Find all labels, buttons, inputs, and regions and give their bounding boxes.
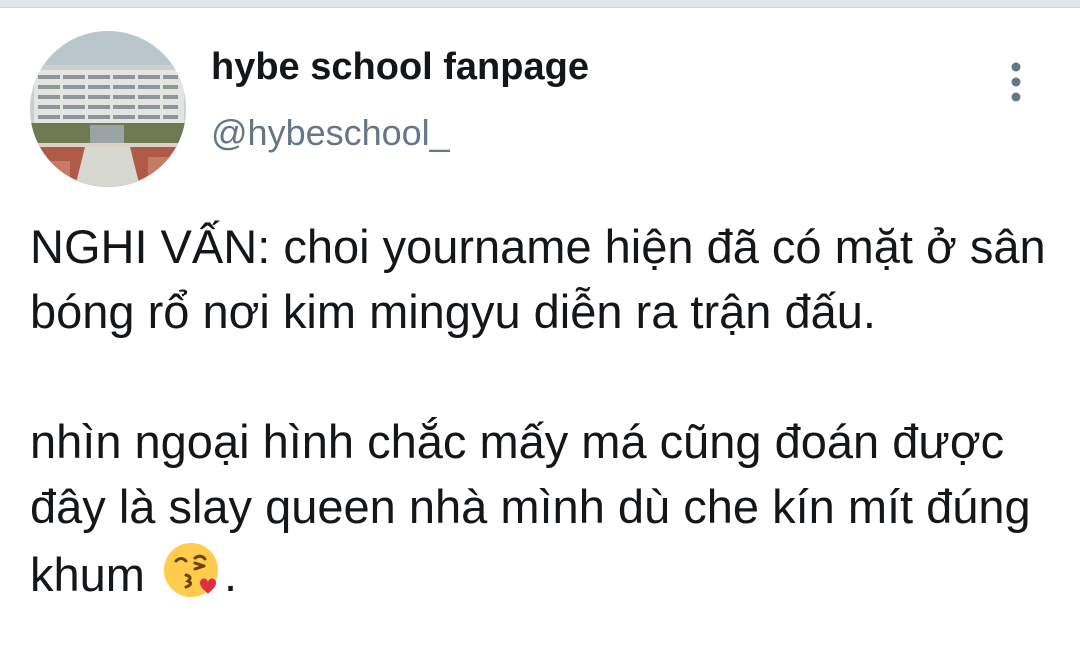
profile-avatar[interactable]	[30, 31, 186, 187]
school-building-avatar-icon	[30, 31, 186, 187]
more-options-button[interactable]	[996, 56, 1036, 108]
account-handle[interactable]: @hybeschool_	[211, 112, 450, 154]
more-vertical-icon	[1011, 62, 1021, 102]
face-blowing-a-kiss-emoji-icon	[162, 539, 222, 599]
tweet-paragraph: nhìn ngoại hình chắc mấy má cũng đoán đư…	[30, 409, 1060, 607]
account-display-name[interactable]: hybe school fanpage	[211, 46, 589, 89]
tweet-paragraph: NGHI VẤN: choi yourname hiện đã có mặt ở…	[30, 220, 1046, 338]
tweet-text: NGHI VẤN: choi yourname hiện đã có mặt ở…	[30, 214, 1060, 607]
tweet-paragraph-end: .	[224, 548, 238, 601]
top-divider	[0, 0, 1080, 8]
